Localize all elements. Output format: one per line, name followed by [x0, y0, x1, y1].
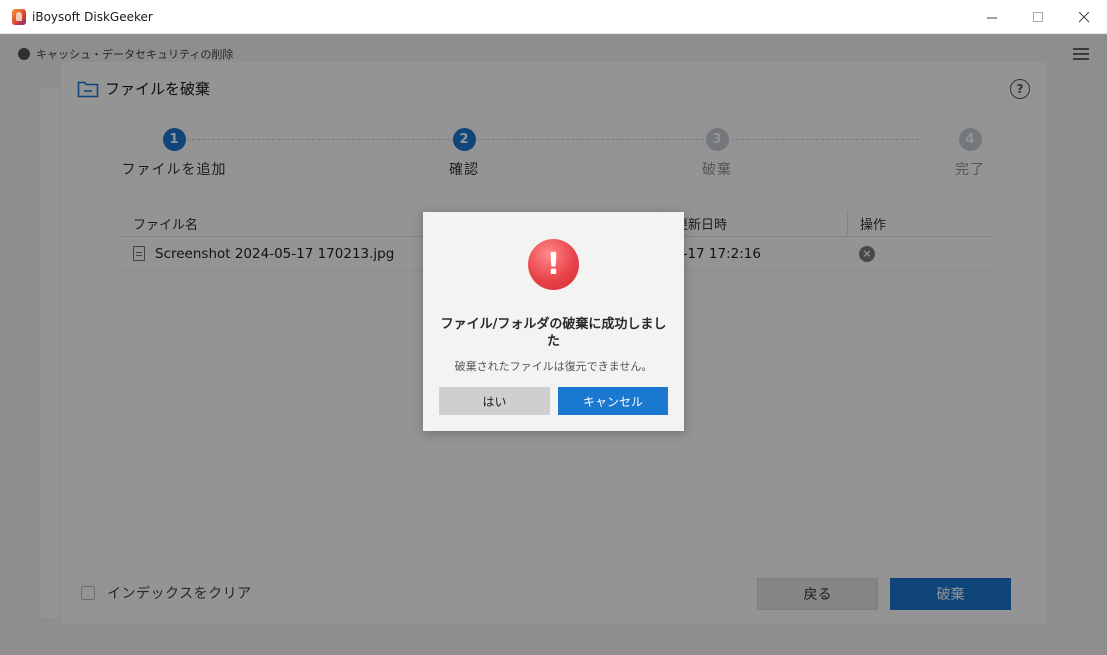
- maximize-icon: [1032, 11, 1043, 22]
- minimize-button[interactable]: [969, 0, 1015, 34]
- close-button[interactable]: [1061, 0, 1107, 34]
- maximize-button[interactable]: [1015, 0, 1061, 34]
- minimize-icon: [986, 17, 997, 18]
- app-logo-icon: [12, 8, 26, 25]
- yes-button[interactable]: はい: [439, 387, 550, 415]
- window-title: iBoysoft DiskGeeker: [32, 9, 153, 24]
- window-controls: [969, 0, 1107, 34]
- alert-icon: !: [528, 239, 579, 290]
- close-icon: [1078, 11, 1089, 22]
- success-dialog: ! ファイル/フォルダの破棄に成功しました 破棄されたファイルは復元できません。…: [423, 212, 684, 431]
- dialog-message: 破棄されたファイルは復元できません。: [454, 360, 653, 373]
- dialog-title: ファイル/フォルダの破棄に成功しました: [440, 317, 667, 349]
- cancel-button[interactable]: キャンセル: [558, 387, 668, 415]
- window-titlebar: iBoysoft DiskGeeker: [0, 0, 1107, 34]
